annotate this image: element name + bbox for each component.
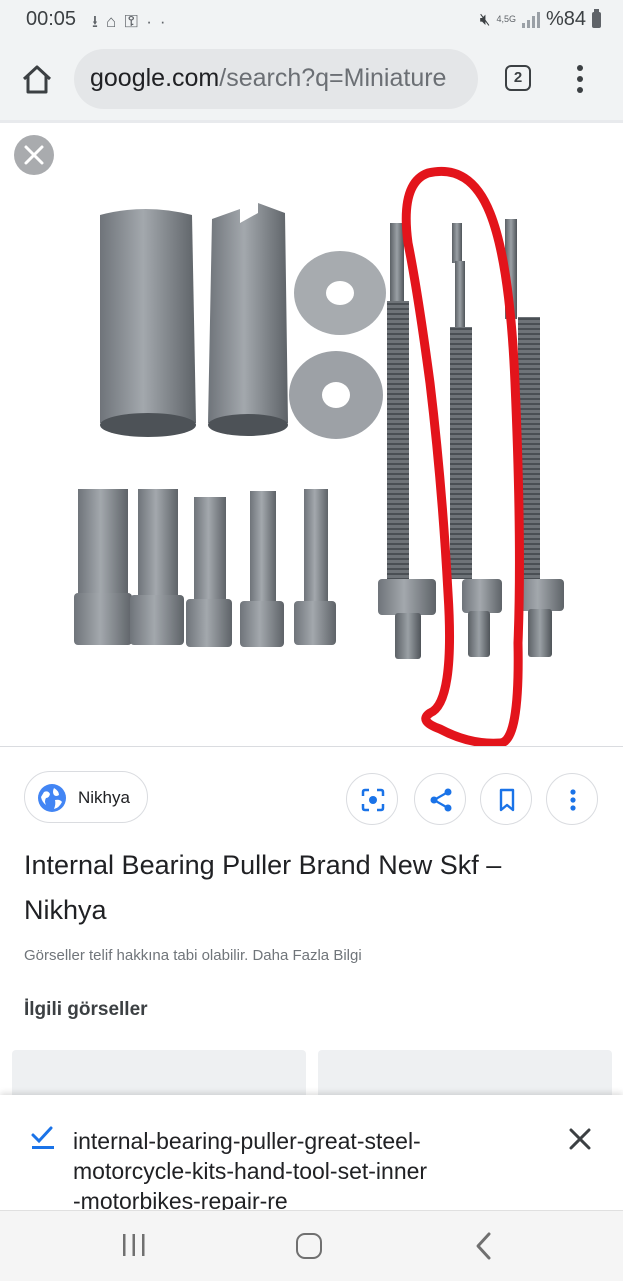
- washer-bottom: [289, 351, 383, 439]
- threaded-rods: [378, 219, 564, 659]
- status-time: 00:05: [26, 8, 77, 30]
- copyright-note[interactable]: Görseller telif hakkına tabi olabilir. D…: [24, 947, 362, 964]
- hotspot-icon: ⌂: [105, 12, 125, 31]
- address-bar[interactable]: google.com/search?q=Miniature: [74, 49, 478, 109]
- close-image-button[interactable]: [14, 135, 54, 175]
- system-nav-bar: [0, 1210, 623, 1281]
- close-icon[interactable]: [566, 1125, 594, 1153]
- download-banner: internal-bearing-puller-great-steel-moto…: [0, 1095, 623, 1210]
- url-host: google.com: [90, 64, 220, 92]
- related-images-heading: İlgili görseller: [24, 999, 148, 1020]
- home-nav-icon[interactable]: [296, 1233, 322, 1259]
- browser-toolbar: google.com/search?q=Miniature 2: [0, 40, 623, 120]
- source-name: Nikhya: [78, 788, 130, 807]
- share-button[interactable]: [414, 773, 466, 825]
- related-thumbnail[interactable]: [12, 1050, 306, 1098]
- url-text[interactable]: google.com/search?q=Miniature: [90, 64, 446, 93]
- lens-icon: [361, 788, 385, 812]
- lens-button[interactable]: [346, 773, 398, 825]
- status-bar: 00:05 ⭳⌂⚿·· 🔇︎ 4,5G %84: [0, 0, 623, 40]
- image-divider: [0, 746, 623, 747]
- mute-icon: 🔇︎: [479, 9, 491, 29]
- recent-apps-icon[interactable]: [120, 1233, 148, 1257]
- network-type: 4,5G: [496, 14, 516, 24]
- sleeve-slotted: [208, 203, 288, 436]
- bearing-puller-kit-photo: [74, 166, 564, 746]
- download-icon: ⭳: [92, 12, 106, 31]
- more-dots-icon: ··: [146, 12, 174, 31]
- collets: [74, 489, 336, 647]
- url-path: /search?q=Miniature: [219, 64, 447, 92]
- more-options-button[interactable]: [546, 773, 598, 825]
- battery-percent: %84: [545, 8, 586, 30]
- source-chip[interactable]: Nikhya: [24, 771, 148, 823]
- battery-icon: [592, 8, 601, 28]
- image-title[interactable]: Internal Bearing Puller Brand New Skf – …: [24, 843, 584, 933]
- washer-top: [294, 251, 386, 335]
- close-icon: [24, 145, 44, 165]
- globe-icon: [38, 784, 66, 812]
- preview-image[interactable]: [0, 123, 623, 746]
- signal-icon: [521, 11, 540, 28]
- sleeve-large: [100, 209, 196, 437]
- more-vert-icon: [570, 789, 576, 811]
- key-icon: ⚿: [124, 12, 147, 31]
- home-icon[interactable]: [20, 62, 54, 96]
- status-notification-icons: ⭳⌂⚿··: [92, 9, 174, 38]
- banner-filename[interactable]: internal-bearing-puller-great-steel-moto…: [73, 1126, 433, 1210]
- back-icon[interactable]: [472, 1231, 496, 1261]
- overflow-menu-icon[interactable]: [568, 62, 592, 96]
- status-right: 🔇︎ 4,5G %84: [480, 8, 601, 31]
- save-button[interactable]: [480, 773, 532, 825]
- share-icon: [430, 788, 452, 812]
- check-icon: [31, 1126, 54, 1149]
- related-thumbnail[interactable]: [318, 1050, 612, 1098]
- tab-switcher-button[interactable]: 2: [505, 65, 531, 91]
- bookmark-icon: [499, 788, 515, 812]
